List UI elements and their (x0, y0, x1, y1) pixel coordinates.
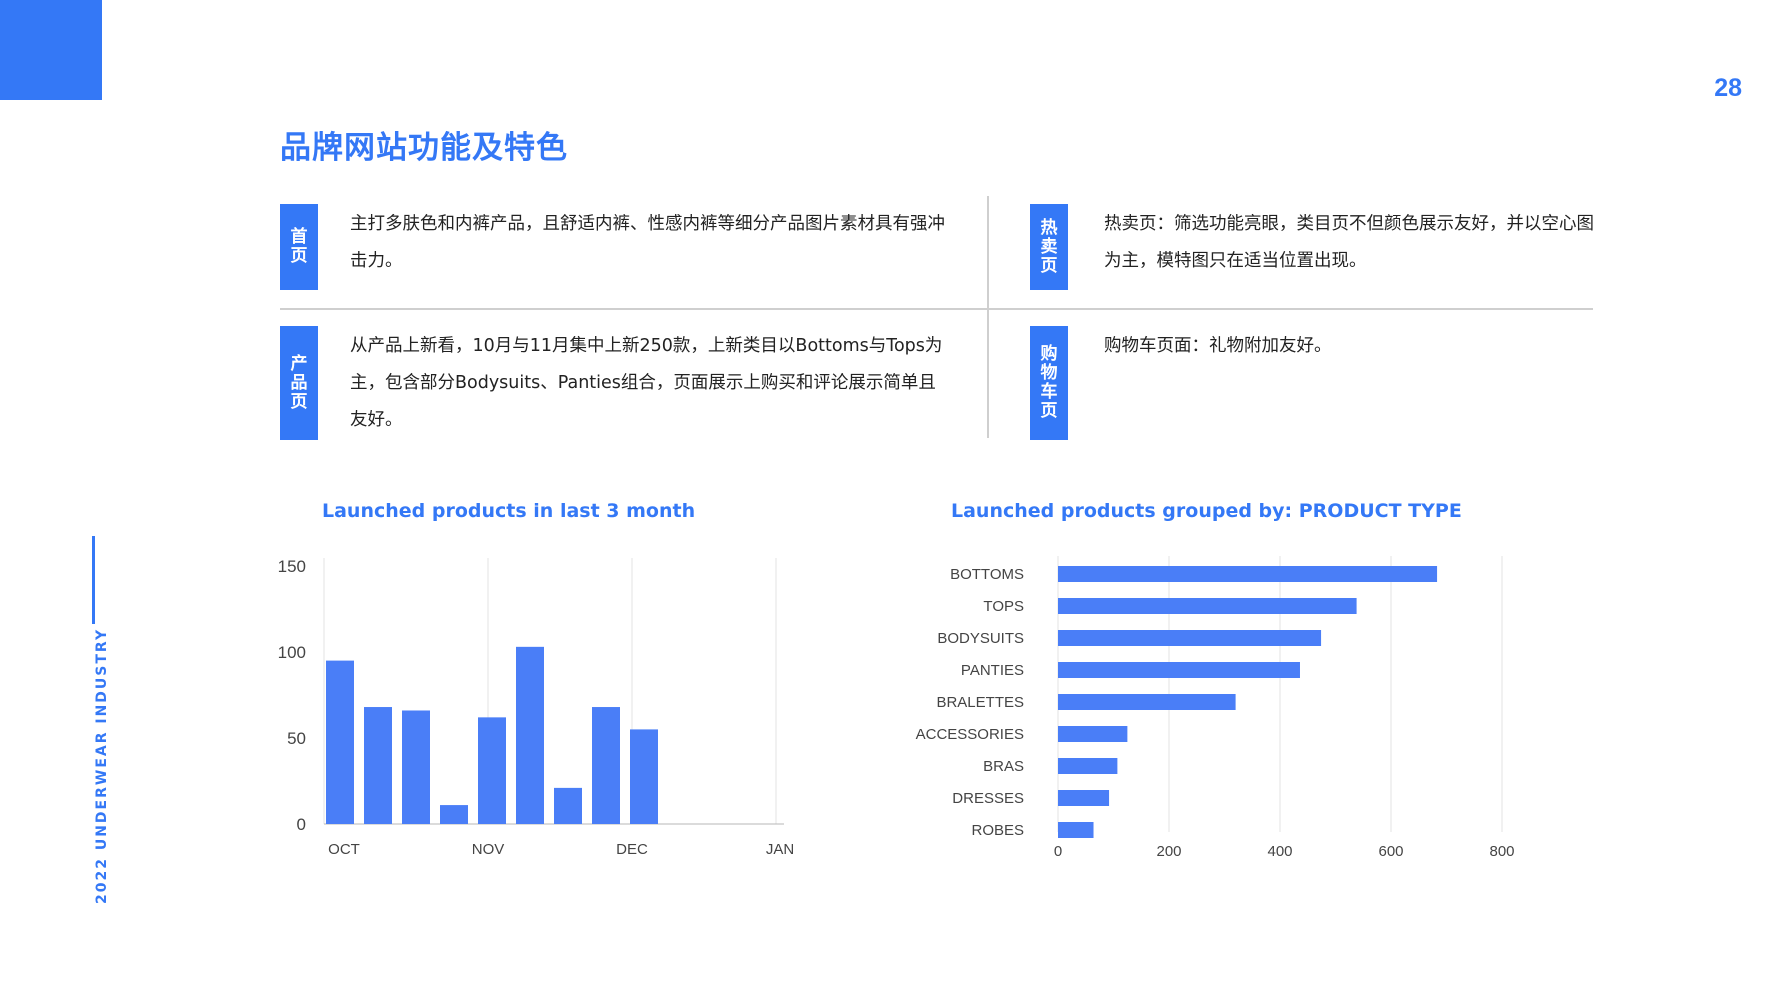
chart-monthly-launches: 0 50 100 150 OCT NOV DEC JAN (278, 557, 795, 858)
chart-type-bar (1058, 630, 1322, 646)
chart-type-category-label: BODYSUITS (937, 630, 1024, 647)
chart-type-xtick: 400 (1267, 843, 1292, 860)
chart-type-bar (1058, 598, 1357, 614)
feature-cart-tag: 购物车页 (1030, 326, 1068, 440)
chart-type-xtick: 200 (1156, 843, 1181, 860)
chart-monthly-bar (592, 707, 620, 824)
chart-product-type: 0 200 400 600 800 BOTTOMS TOPS BODYSUITS PANTIES… (916, 556, 1515, 860)
table-divider-vertical (987, 196, 989, 438)
chart-monthly-bar (630, 729, 658, 824)
chart-type-bar (1058, 662, 1300, 678)
feature-product-text: 从产品上新看，10月与11月集中上新250款，上新类目以Bottoms与Tops… (350, 336, 943, 430)
chart-monthly-ytick: 0 (297, 815, 306, 834)
side-label: 2022 UNDERWEAR INDUSTRY (94, 627, 110, 904)
chart-type-title: Launched products grouped by: PRODUCT TY… (951, 500, 1462, 522)
chart-monthly-xtick: JAN (766, 841, 794, 858)
feature-hot-tag: 热卖页 (1030, 204, 1068, 290)
chart-type-category-label: BRALETTES (936, 694, 1024, 711)
feature-home-tag: 首页 (280, 204, 318, 290)
table-divider-horizontal (280, 308, 1593, 310)
chart-monthly-bar (516, 646, 544, 824)
chart-type-category-label: DRESSES (952, 790, 1024, 807)
feature-product-tag: 产品页 (280, 326, 318, 440)
chart-monthly-bar (326, 660, 354, 824)
chart-monthly-bar (364, 707, 392, 824)
chart-type-category-label: PANTIES (961, 662, 1024, 679)
chart-monthly-ytick: 50 (287, 729, 306, 748)
chart-monthly-title: Launched products in last 3 month (322, 500, 696, 522)
chart-monthly-bar (440, 805, 468, 824)
page-number: 28 (1714, 74, 1742, 102)
chart-monthly-xtick: OCT (328, 841, 360, 858)
chart-type-category-label: ACCESSORIES (916, 726, 1024, 743)
feature-cart-text: 购物车页面：礼物附加友好。 (1104, 336, 1332, 356)
chart-type-category-label: ROBES (971, 822, 1024, 839)
chart-type-bar (1058, 694, 1236, 710)
chart-type-bar (1058, 566, 1438, 582)
chart-type-xtick: 600 (1378, 843, 1403, 860)
corner-accent-block (0, 0, 102, 100)
feature-home-text: 主打多肤色和内裤产品，且舒适内裤、性感内裤等细分产品图片素材具有强冲击力。 (350, 214, 945, 271)
chart-type-bar (1058, 790, 1110, 806)
side-accent-line (92, 536, 95, 624)
chart-type-category-label: BRAS (983, 758, 1024, 775)
chart-type-xtick: 800 (1489, 843, 1514, 860)
chart-type-bar (1058, 822, 1094, 838)
chart-monthly-xtick: DEC (616, 841, 648, 858)
chart-monthly-xtick: NOV (472, 841, 505, 858)
feature-hot-text: 热卖页：筛选功能亮眼，类目页不但颜色展示友好，并以空心图为主，模特图只在适当位置… (1104, 214, 1594, 271)
chart-monthly-bar (478, 717, 506, 824)
chart-type-category-label: TOPS (983, 598, 1024, 615)
chart-type-bar (1058, 758, 1118, 774)
chart-type-xtick: 0 (1054, 843, 1062, 860)
chart-monthly-bar (402, 710, 430, 824)
chart-monthly-ytick: 150 (278, 557, 306, 576)
chart-monthly-bar (554, 787, 582, 824)
slide-title: 品牌网站功能及特色 (280, 130, 568, 166)
chart-monthly-ytick: 100 (278, 643, 306, 662)
chart-type-category-label: BOTTOMS (950, 566, 1024, 583)
chart-type-bar (1058, 726, 1128, 742)
